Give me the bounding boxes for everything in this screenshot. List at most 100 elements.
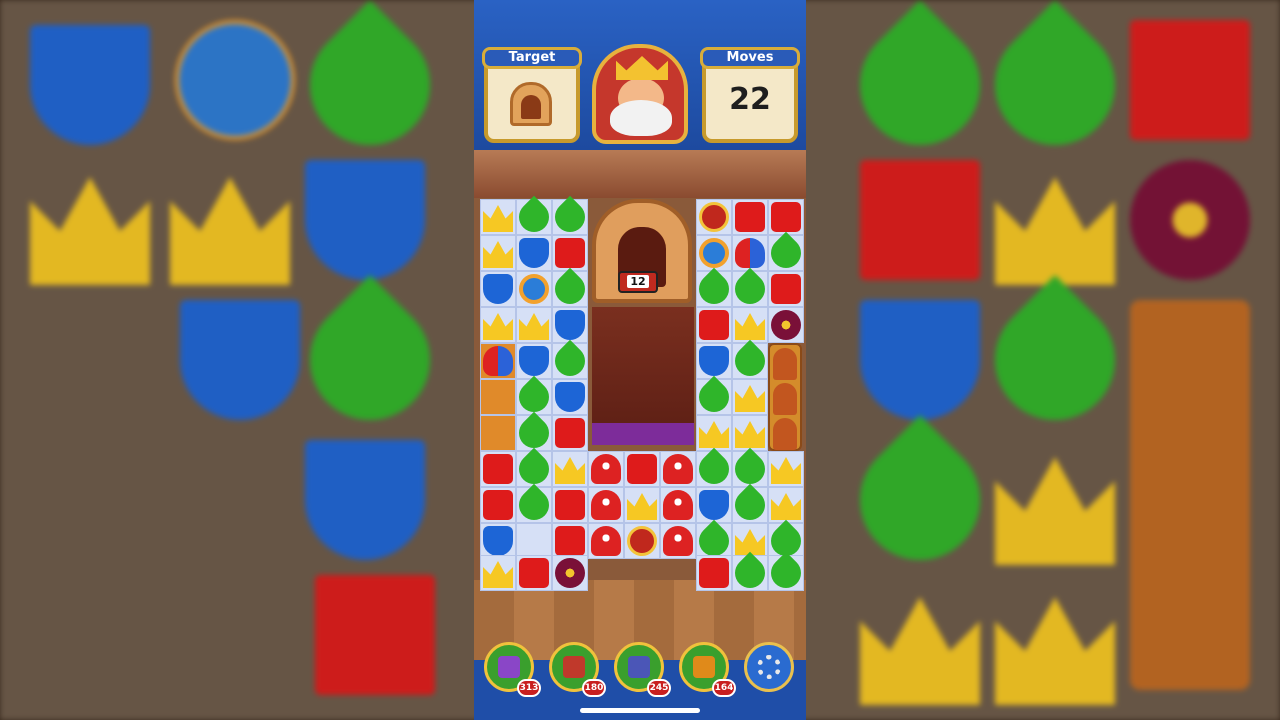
crown-piece[interactable] (483, 241, 513, 268)
red-block-piece[interactable] (519, 558, 549, 588)
red-block-piece[interactable] (555, 418, 585, 448)
tile[interactable] (548, 267, 592, 311)
shield-piece[interactable] (519, 346, 549, 376)
red-block-piece[interactable] (699, 310, 729, 340)
red-block-piece[interactable] (771, 202, 801, 232)
arrow-booster[interactable]: 180 (549, 642, 606, 697)
game-board[interactable]: 12 (478, 195, 806, 595)
tile[interactable] (512, 447, 556, 491)
shield-piece[interactable] (555, 382, 585, 412)
tile[interactable] (480, 199, 516, 235)
leaf-piece[interactable] (692, 447, 736, 491)
tile[interactable] (480, 415, 516, 451)
tile[interactable] (480, 307, 516, 343)
tile[interactable] (768, 271, 804, 307)
tile[interactable] (512, 375, 556, 419)
tile[interactable] (732, 235, 768, 271)
tile[interactable] (480, 271, 516, 307)
tile[interactable] (764, 551, 806, 595)
crown-piece[interactable] (735, 313, 765, 340)
tile[interactable] (480, 235, 516, 271)
crown-piece[interactable] (699, 421, 729, 448)
tile[interactable] (768, 451, 804, 487)
ball-piece[interactable] (699, 238, 729, 268)
ball-piece[interactable] (519, 274, 549, 304)
tile[interactable] (768, 307, 804, 343)
crown-piece[interactable] (771, 493, 801, 520)
tile[interactable] (768, 199, 804, 235)
red-block-piece[interactable] (627, 454, 657, 484)
tile[interactable] (480, 343, 516, 379)
red-block-piece[interactable] (555, 490, 585, 520)
tile[interactable] (660, 451, 696, 487)
shield-piece[interactable] (699, 490, 729, 520)
tile[interactable] (552, 235, 588, 271)
shield-piece[interactable] (699, 346, 729, 376)
tile[interactable] (728, 339, 772, 383)
tile[interactable] (516, 555, 552, 591)
tile[interactable] (516, 523, 552, 559)
tile[interactable] (516, 271, 552, 307)
tile[interactable] (692, 447, 736, 491)
bead-piece[interactable] (771, 310, 801, 340)
leaf-piece[interactable] (728, 551, 772, 595)
tile[interactable] (732, 199, 768, 235)
red-block-piece[interactable] (483, 454, 513, 484)
leaf-piece[interactable] (764, 551, 806, 595)
leaf-piece[interactable] (548, 339, 592, 383)
tile[interactable] (552, 555, 588, 591)
tile[interactable] (696, 307, 732, 343)
leaf-piece[interactable] (728, 339, 772, 383)
tile[interactable] (764, 231, 806, 275)
leaf-piece[interactable] (692, 375, 736, 419)
tile[interactable] (480, 555, 516, 591)
tile[interactable] (548, 339, 592, 383)
mushroom-piece[interactable] (591, 490, 621, 520)
tile[interactable] (552, 523, 588, 559)
tnt-piece[interactable] (699, 202, 729, 232)
crown-piece[interactable] (627, 493, 657, 520)
leaf-piece[interactable] (764, 231, 806, 275)
tile[interactable] (732, 379, 768, 415)
tile[interactable] (552, 415, 588, 451)
crown-piece[interactable] (483, 205, 513, 232)
tile[interactable] (624, 487, 660, 523)
tile[interactable] (692, 519, 736, 563)
crown-piece[interactable] (555, 457, 585, 484)
tile[interactable] (480, 487, 516, 523)
jester-hat-booster[interactable]: 164 (679, 642, 736, 697)
tile[interactable] (552, 451, 588, 487)
tile[interactable] (728, 267, 772, 311)
tile[interactable] (660, 487, 696, 523)
red-block-piece[interactable] (735, 202, 765, 232)
red-block-piece[interactable] (699, 558, 729, 588)
tile[interactable] (588, 487, 624, 523)
hammer-booster[interactable]: 313 (484, 642, 541, 697)
leaf-piece[interactable] (728, 267, 772, 311)
red-block-piece[interactable] (483, 490, 513, 520)
tile[interactable] (692, 267, 736, 311)
tile[interactable] (696, 555, 732, 591)
tile[interactable] (696, 415, 732, 451)
tile[interactable] (480, 451, 516, 487)
mushroom-piece[interactable] (663, 490, 693, 520)
settings-button[interactable] (744, 642, 794, 692)
tile[interactable] (692, 375, 736, 419)
shield-piece[interactable] (483, 526, 513, 556)
crown-piece[interactable] (483, 313, 513, 340)
red-block-piece[interactable] (771, 274, 801, 304)
tnt-piece[interactable] (627, 526, 657, 556)
tile[interactable] (552, 307, 588, 343)
shield-piece[interactable] (519, 238, 549, 268)
crown-piece[interactable] (483, 561, 513, 588)
tile[interactable] (696, 199, 732, 235)
jester-piece[interactable] (735, 238, 765, 268)
tile[interactable] (552, 379, 588, 415)
cannon-booster[interactable]: 245 (614, 642, 671, 697)
red-block-piece[interactable] (555, 238, 585, 268)
tile[interactable] (728, 483, 772, 527)
leaf-piece[interactable] (512, 483, 556, 527)
leaf-piece[interactable] (548, 267, 592, 311)
mushroom-piece[interactable] (663, 526, 693, 556)
leaf-piece[interactable] (728, 483, 772, 527)
